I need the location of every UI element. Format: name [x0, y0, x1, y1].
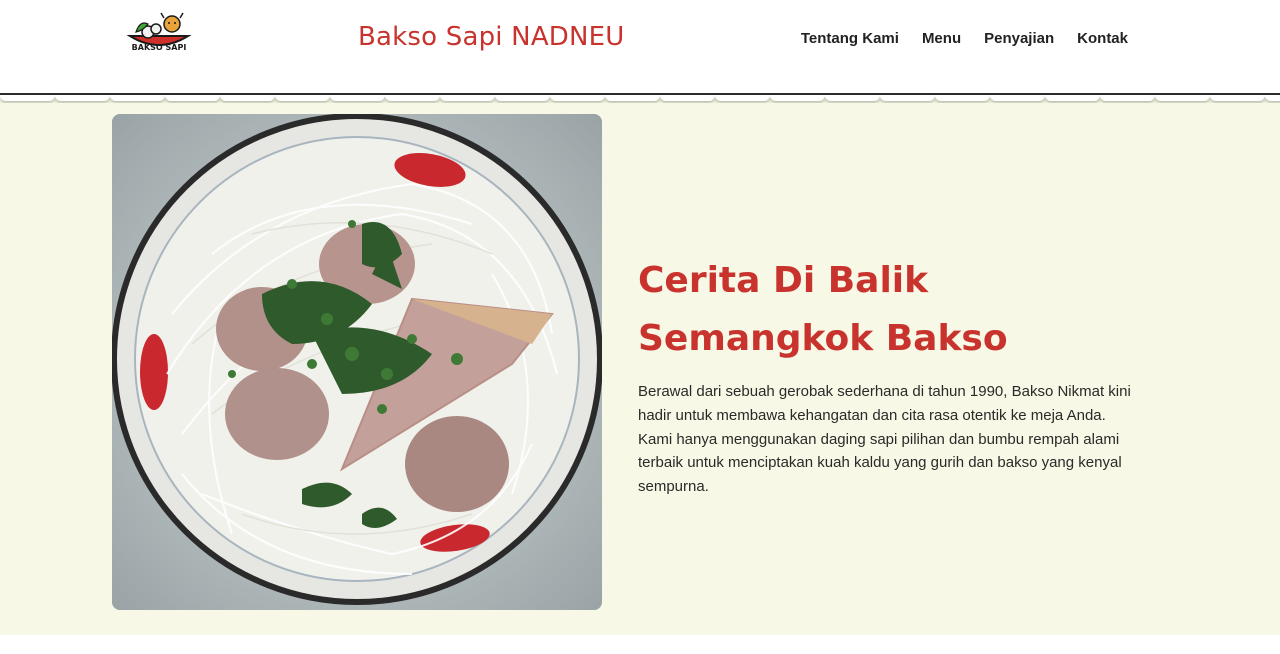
- bakso-logo[interactable]: BAKSO SAPI: [126, 10, 192, 52]
- bakso-bowl-photo: [112, 114, 602, 610]
- nav-penyajian[interactable]: Penyajian: [984, 30, 1054, 47]
- nav-kontak[interactable]: Kontak: [1077, 30, 1128, 47]
- brand-title: Bakso Sapi NADNEU: [358, 22, 625, 52]
- story-body: Berawal dari sebuah gerobak sederhana di…: [638, 383, 1131, 496]
- nav-tentang-kami[interactable]: Tentang Kami: [801, 30, 899, 47]
- nav-menu[interactable]: Menu: [922, 30, 961, 47]
- story-headline: Cerita Di Balik Semangkok Bakso: [638, 260, 1008, 359]
- site-header: BAKSO SAPI Bakso Sapi NADNEU Tentang Kam…: [0, 0, 1280, 95]
- header-scallop-divider: [0, 95, 1280, 103]
- main-nav: Tentang Kami Menu Penyajian Kontak: [801, 30, 1128, 47]
- logo-text: BAKSO SAPI: [132, 43, 187, 52]
